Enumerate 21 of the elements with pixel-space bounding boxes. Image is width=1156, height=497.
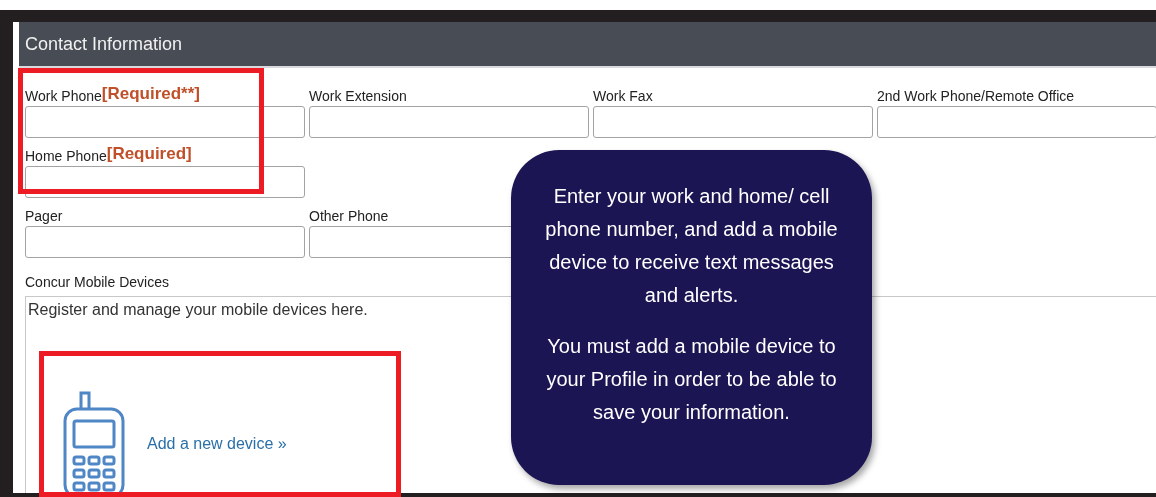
section-title: Contact Information: [25, 33, 183, 55]
phone-field[interactable]: [593, 106, 873, 138]
devices-description: Register and manage your mobile devices here.: [28, 301, 368, 318]
phone-field[interactable]: [309, 106, 589, 138]
callout-text: Enter your work and home/ cell phone number, and add a mobile device to receive text messages and alerts.: [544, 184, 839, 308]
field-label: Pager: [25, 208, 63, 224]
phone-field[interactable]: [25, 226, 305, 258]
field-label: Work Extension: [309, 88, 407, 104]
section-label: Concur Mobile Devices: [25, 274, 169, 290]
callout-text: You must add a mobile device to your Profile in order to be able to save your information.: [545, 334, 838, 425]
mobile-phone-icon: [61, 389, 127, 493]
required-tag: [Required]: [106, 144, 192, 164]
field-label: 2nd Work Phone/Remote Office: [877, 88, 1075, 104]
required-tag: [Required**]: [101, 84, 200, 104]
field-label: Home Phone: [25, 148, 107, 164]
field-label: Work Phone: [25, 88, 102, 104]
field-label: Other Phone: [309, 208, 389, 224]
phone-field[interactable]: [25, 106, 305, 138]
field-label: Work Fax: [593, 88, 653, 104]
add-device-link[interactable]: Add a new device »: [147, 435, 287, 453]
phone-field[interactable]: [877, 106, 1156, 138]
